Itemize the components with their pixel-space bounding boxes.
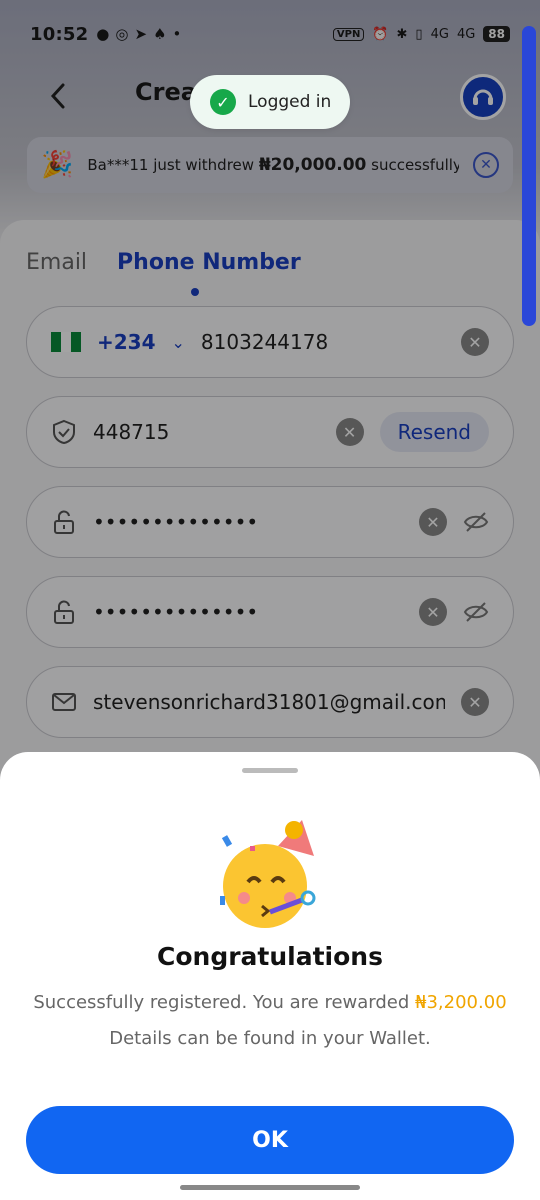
partying-face-icon [220, 820, 316, 928]
logged-in-toast: ✓ Logged in [190, 75, 350, 129]
reward-amount: ₦3,200.00 [415, 992, 507, 1013]
toast-text: Logged in [248, 92, 332, 112]
ok-button[interactable]: OK [26, 1106, 514, 1174]
congratulations-sheet: Congratulations Successfully registered.… [0, 752, 540, 1200]
sheet-handle[interactable] [242, 768, 298, 773]
check-circle-icon: ✓ [210, 89, 236, 115]
reward-message: Successfully registered. You are rewarde… [0, 992, 540, 1013]
home-indicator[interactable] [180, 1185, 360, 1190]
sheet-title: Congratulations [157, 942, 383, 971]
scrollbar[interactable] [522, 26, 536, 326]
wallet-details-text: Details can be found in your Wallet. [109, 1028, 431, 1049]
reward-message-text: Successfully registered. You are rewarde… [33, 992, 416, 1013]
